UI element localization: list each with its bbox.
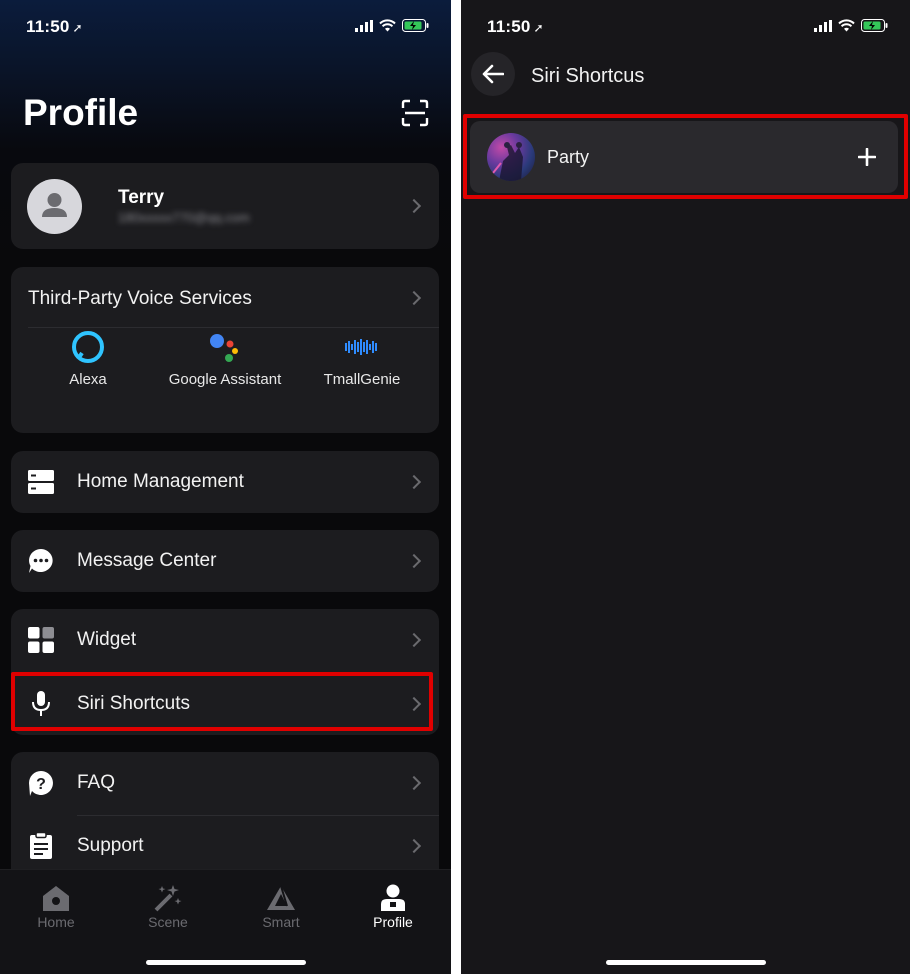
battery-charging-icon: [861, 19, 888, 32]
back-button[interactable]: [471, 52, 515, 96]
widget-grid-icon: [28, 627, 54, 653]
tmallgenie-item[interactable]: TmallGenie: [292, 327, 432, 388]
tab-smart[interactable]: Smart: [236, 882, 326, 930]
menu-item-support[interactable]: Support: [11, 816, 439, 876]
voice-services-row[interactable]: Third-Party Voice Services: [11, 267, 439, 327]
message-center-card: Message Center: [11, 530, 439, 592]
profile-screen: 11:50 ➚ Profile Terry 180xxxxx770@qq.com …: [0, 0, 451, 974]
siri-shortcuts-screen: 11:50 ➚ Siri Shortcus Party: [461, 0, 910, 974]
chat-bubble-icon: [29, 549, 53, 573]
menu-label: Widget: [77, 629, 137, 650]
profile-name: Terry: [118, 187, 165, 208]
home-icon: [43, 886, 69, 911]
tab-profile[interactable]: Profile: [348, 882, 438, 930]
user-silhouette-icon: [42, 193, 67, 217]
status-time: 11:50 ➚: [26, 17, 83, 36]
menu-item-faq[interactable]: ? FAQ: [11, 753, 439, 813]
home-indicator: [145, 960, 306, 965]
voice-services-title: Third-Party Voice Services: [28, 288, 252, 309]
smart-triangle-icon: [267, 885, 295, 910]
tmallgenie-icon: [345, 339, 377, 355]
alexa-label: Alexa: [69, 371, 107, 388]
profile-card[interactable]: Terry 180xxxxx770@qq.com: [11, 163, 439, 249]
party-shortcut-highlight: [463, 114, 908, 199]
menu-item-home-management[interactable]: Home Management: [11, 452, 439, 512]
status-time: 11:50 ➚: [487, 17, 544, 36]
voice-services-card: Third-Party Voice Services Alexa Google …: [11, 267, 439, 433]
clipboard-icon: [30, 832, 52, 859]
header-title: Siri Shortcus: [531, 65, 645, 87]
tab-scene[interactable]: Scene: [123, 882, 213, 930]
server-icon: [28, 470, 54, 494]
profile-email: 180xxxxx770@qq.com: [118, 210, 250, 225]
tab-label: Profile: [373, 914, 413, 930]
avatar: [27, 179, 82, 234]
profile-icon: [381, 884, 405, 911]
chevron-right-icon: [406, 838, 422, 854]
chevron-right-icon: [406, 474, 422, 490]
page-title: Profile: [23, 92, 139, 133]
status-bar: 11:50 ➚: [0, 0, 451, 54]
battery-charging-icon: [402, 19, 429, 32]
menu-label: FAQ: [77, 772, 116, 793]
alexa-icon: [72, 331, 104, 363]
tab-label: Smart: [262, 914, 300, 930]
menu-label: Message Center: [77, 550, 217, 571]
svg-text:?: ?: [36, 776, 46, 793]
menu-label: Home Management: [77, 471, 244, 492]
status-bar: 11:50 ➚: [461, 0, 910, 54]
tab-home[interactable]: Home: [11, 882, 101, 930]
tab-label: Scene: [148, 914, 188, 930]
chevron-right-icon: [406, 553, 422, 569]
alexa-item[interactable]: Alexa: [18, 327, 158, 388]
menu-item-widget[interactable]: Widget: [11, 610, 439, 670]
chevron-right-icon: [406, 632, 422, 648]
siri-shortcuts-highlight: [11, 672, 433, 731]
home-indicator: [605, 960, 766, 965]
tmallgenie-label: TmallGenie: [323, 371, 401, 388]
tab-label: Home: [37, 914, 75, 930]
tab-bar: Home Scene Smart Profile: [0, 869, 451, 974]
location-arrow-icon: ➚: [72, 21, 83, 35]
wifi-icon: [379, 19, 396, 32]
question-bubble-icon: ?: [29, 771, 53, 796]
chevron-right-icon: [406, 198, 422, 214]
location-arrow-icon: ➚: [533, 21, 544, 35]
status-icons: [355, 19, 429, 32]
chevron-right-icon: [406, 775, 422, 791]
arrow-left-icon: [482, 64, 504, 84]
wifi-icon: [838, 19, 855, 32]
status-icons: [814, 19, 888, 32]
home-management-card: Home Management: [11, 451, 439, 513]
cellular-signal-icon: [355, 19, 373, 32]
chevron-right-icon: [406, 290, 422, 306]
scan-icon[interactable]: [401, 99, 429, 127]
menu-label: Support: [77, 835, 144, 856]
google-assistant-icon: [210, 334, 238, 362]
magic-wand-icon: [154, 885, 182, 912]
cellular-signal-icon: [814, 19, 832, 32]
google-assistant-label: Google Assistant: [168, 371, 282, 388]
menu-item-message-center[interactable]: Message Center: [11, 531, 439, 591]
google-assistant-item[interactable]: Google Assistant: [155, 327, 295, 388]
